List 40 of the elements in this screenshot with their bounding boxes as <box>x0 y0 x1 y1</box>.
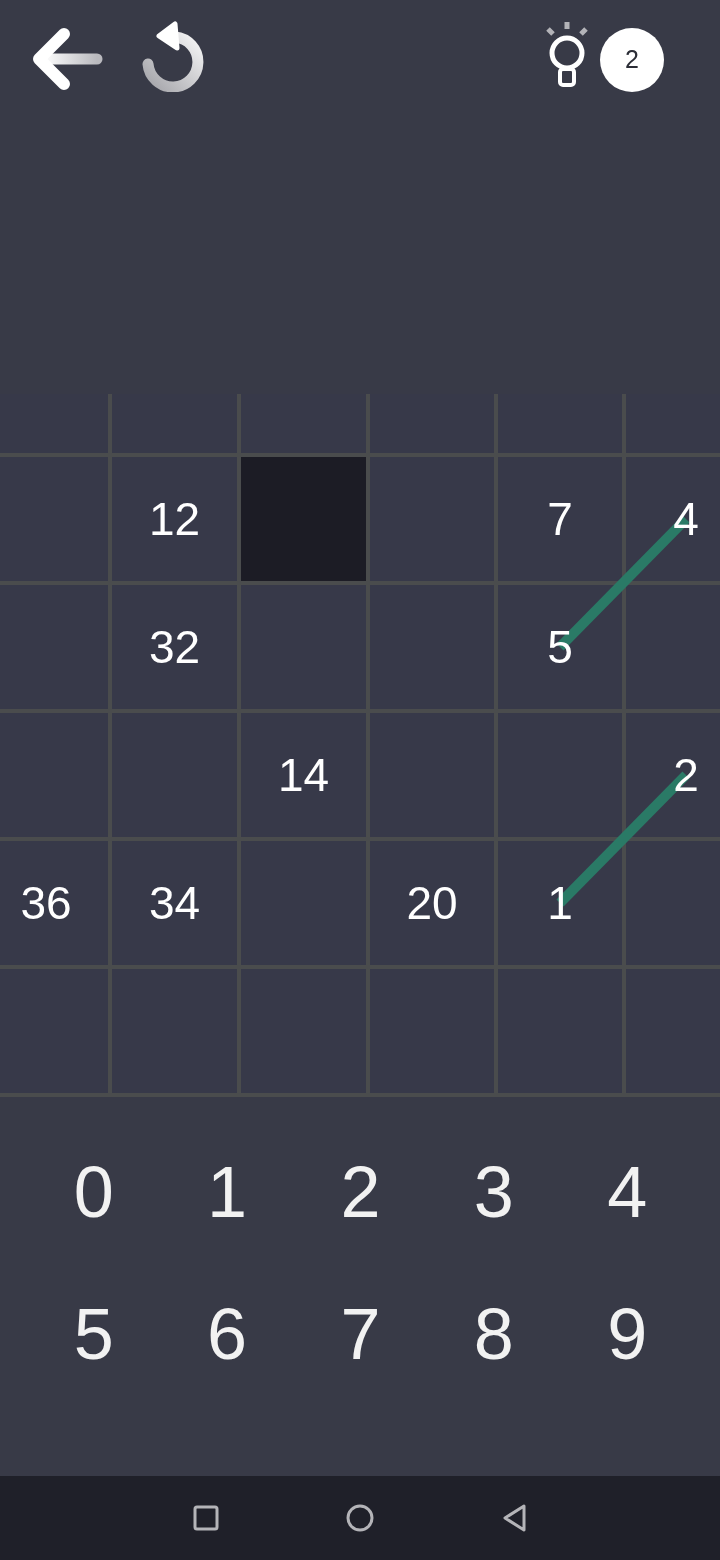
grid-cell[interactable]: 12 <box>112 457 237 581</box>
cell-number: 12 <box>148 496 201 542</box>
cell-number: 20 <box>406 880 458 926</box>
back-icon[interactable] <box>501 1503 527 1533</box>
grid-cell[interactable]: 5 <box>498 585 622 709</box>
grid-cell[interactable]: 7 <box>498 457 622 581</box>
grid-cell[interactable]: 2 <box>626 713 720 837</box>
digit-key[interactable]: 6 <box>172 1279 283 1389</box>
cell-number: 14 <box>277 752 330 798</box>
digit-key[interactable]: 8 <box>438 1279 549 1389</box>
grid-cell[interactable]: 20 <box>370 841 494 965</box>
cell-number: 34 <box>148 880 201 926</box>
grid-cell[interactable]: 1 <box>498 841 622 965</box>
digit-key[interactable]: 2 <box>305 1137 416 1247</box>
grid-cell[interactable]: 14 <box>241 713 366 837</box>
grid-cell[interactable] <box>626 841 720 965</box>
home-icon[interactable] <box>346 1504 374 1532</box>
cell-number: 1 <box>547 880 573 926</box>
digit-key[interactable]: 3 <box>438 1137 549 1247</box>
digit-key[interactable]: 4 <box>572 1137 683 1247</box>
cell-number: 2 <box>673 752 699 798</box>
grid-cell[interactable]: 34 <box>112 841 237 965</box>
cell-number: 32 <box>148 624 201 670</box>
grid-cell[interactable] <box>626 585 720 709</box>
hint-count-badge: 2 <box>600 28 664 92</box>
back-button[interactable] <box>33 28 103 90</box>
digit-key[interactable]: 9 <box>572 1279 683 1389</box>
digit-key[interactable]: 1 <box>172 1137 283 1247</box>
digit-key[interactable]: 7 <box>305 1279 416 1389</box>
grid-cell[interactable] <box>498 713 622 837</box>
cell-number: 7 <box>547 496 573 542</box>
grid-cell[interactable]: 36 <box>0 841 108 965</box>
cell-number: 36 <box>20 880 72 926</box>
cell-number: 5 <box>547 624 573 670</box>
recents-icon[interactable] <box>193 1505 219 1531</box>
digit-key[interactable]: 5 <box>38 1279 149 1389</box>
grid-cell[interactable]: 4 <box>626 457 720 581</box>
cell-number: 4 <box>673 496 699 542</box>
digit-key[interactable]: 0 <box>38 1137 149 1247</box>
grid-cell[interactable]: 32 <box>112 585 237 709</box>
